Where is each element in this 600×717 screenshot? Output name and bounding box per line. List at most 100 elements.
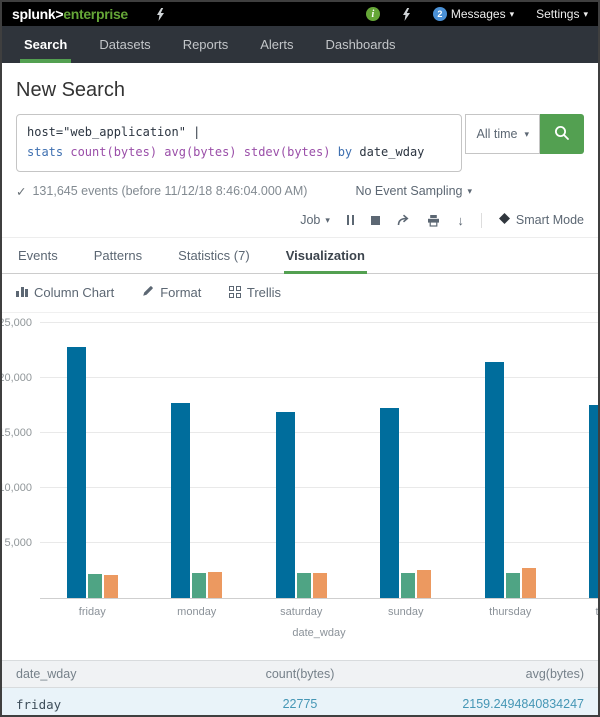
bar-group-tuesday <box>563 323 599 598</box>
bar-count(bytes)-tuesday[interactable] <box>589 405 598 598</box>
messages-label: Messages <box>451 7 506 21</box>
time-range-picker[interactable]: All time ▾ <box>465 114 540 154</box>
settings-menu[interactable]: Settings ▾ <box>536 7 588 21</box>
statistics-table: date_wday count(bytes) avg(bytes) friday… <box>2 660 598 717</box>
search-button[interactable] <box>540 114 584 154</box>
x-axis-title: date_wday <box>40 627 598 639</box>
tab-visualization[interactable]: Visualization <box>284 238 367 273</box>
bar-group-thursday <box>458 323 563 598</box>
bar-stdev(bytes)-sunday[interactable] <box>417 570 431 598</box>
column-header-date-wday[interactable]: date_wday <box>16 667 205 681</box>
magnifier-icon <box>553 124 571 145</box>
stop-job-icon[interactable] <box>371 216 380 225</box>
x-tick-label: saturday <box>249 603 354 618</box>
event-sampling-label: No Event Sampling <box>355 184 462 198</box>
nav-item-search[interactable]: Search <box>8 26 83 63</box>
nav-item-reports[interactable]: Reports <box>167 26 245 63</box>
x-tick-label: thursday <box>458 603 563 618</box>
time-range-label: All time <box>476 127 517 141</box>
chevron-down-icon: ▾ <box>510 10 515 19</box>
column-header-count-bytes[interactable]: count(bytes) <box>205 667 394 681</box>
bar-avg(bytes)-friday[interactable] <box>88 574 102 598</box>
bar-group-friday <box>40 323 145 598</box>
share-icon[interactable] <box>397 214 410 227</box>
messages-count-badge: 2 <box>433 7 447 21</box>
bar-count(bytes)-monday[interactable] <box>171 403 190 598</box>
nav-item-alerts[interactable]: Alerts <box>244 26 309 63</box>
bar-stdev(bytes)-friday[interactable] <box>104 575 118 598</box>
pause-job-icon[interactable] <box>347 215 355 225</box>
job-label: Job <box>300 213 320 227</box>
cell-date-wday[interactable]: friday <box>16 697 205 712</box>
job-toolbar: Job ▾ ↓ Smart Mode <box>2 207 598 238</box>
info-icon[interactable]: i <box>366 7 380 21</box>
export-download-icon[interactable]: ↓ <box>457 213 464 228</box>
column-header-avg-bytes[interactable]: avg(bytes) <box>395 667 584 681</box>
query-field: date_wday <box>359 145 424 159</box>
bar-count(bytes)-friday[interactable] <box>67 347 86 598</box>
activity-bolt-icon[interactable] <box>156 8 165 21</box>
chart-type-button[interactable]: Column Chart <box>16 285 114 300</box>
nav-item-datasets[interactable]: Datasets <box>83 26 166 63</box>
topbar: splunk>enterprise i 2 Messages ▾ Setting… <box>2 2 598 26</box>
chevron-down-icon: ▾ <box>583 10 588 19</box>
bar-stdev(bytes)-saturday[interactable] <box>313 573 327 598</box>
job-menu[interactable]: Job ▾ <box>300 213 330 227</box>
topbar-right-group: i 2 Messages ▾ Settings ▾ <box>366 7 588 21</box>
bar-count(bytes)-sunday[interactable] <box>380 408 399 597</box>
query-by-keyword: by <box>338 145 352 159</box>
tab-patterns[interactable]: Patterns <box>92 238 144 273</box>
tab-events[interactable]: Events <box>16 238 60 273</box>
status-row: ✓ 131,645 events (before 11/12/18 8:46:0… <box>16 184 584 199</box>
chevron-down-icon: ▾ <box>467 187 472 196</box>
splunk-window: splunk>enterprise i 2 Messages ▾ Setting… <box>0 0 600 717</box>
tab-statistics[interactable]: Statistics (7) <box>176 238 252 273</box>
chevron-down-icon: ▾ <box>524 130 529 139</box>
bar-count(bytes)-saturday[interactable] <box>276 412 295 598</box>
x-tick-label: friday <box>40 603 145 618</box>
bar-stdev(bytes)-thursday[interactable] <box>522 568 536 597</box>
result-tabs: Events Patterns Statistics (7) Visualiza… <box>2 238 598 274</box>
bar-count(bytes)-thursday[interactable] <box>485 362 504 597</box>
search-bar-row: host="web_application" | stats count(byt… <box>16 114 584 172</box>
smart-mode-icon <box>499 213 510 227</box>
trellis-label: Trellis <box>247 285 281 300</box>
query-command: stats <box>27 145 63 159</box>
logo-enterprise-text: enterprise <box>63 6 128 22</box>
smart-mode-label: Smart Mode <box>516 213 584 227</box>
x-tick-label: tuesday <box>563 603 599 618</box>
bar-avg(bytes)-thursday[interactable] <box>506 573 520 598</box>
bar-avg(bytes)-sunday[interactable] <box>401 573 415 598</box>
table-header-row: date_wday count(bytes) avg(bytes) <box>2 660 598 688</box>
search-mode-selector[interactable]: Smart Mode <box>499 213 584 227</box>
chart-xlabels-viewport: fridaymondaysaturdaysundaythursdaytuesda… <box>40 603 598 621</box>
cell-avg-bytes[interactable]: 2159.2494840834247 <box>395 697 584 712</box>
messages-menu[interactable]: 2 Messages ▾ <box>433 7 514 21</box>
column-chart-icon <box>16 287 28 297</box>
query-functions: count(bytes) avg(bytes) stdev(bytes) <box>70 145 330 159</box>
y-tick-label: 25,000 <box>0 317 32 329</box>
help-bolt-icon[interactable] <box>402 8 411 21</box>
splunk-logo[interactable]: splunk>enterprise <box>12 6 128 22</box>
bar-stdev(bytes)-monday[interactable] <box>208 572 222 597</box>
chart-baseline <box>40 598 598 599</box>
event-sampling-dropdown[interactable]: No Event Sampling ▾ <box>355 184 472 198</box>
x-tick-label: sunday <box>354 603 459 618</box>
trellis-button[interactable]: Trellis <box>229 285 281 300</box>
bar-avg(bytes)-monday[interactable] <box>192 573 206 598</box>
format-button[interactable]: Format <box>142 285 201 300</box>
page-title: New Search <box>16 79 584 102</box>
toolbar-divider <box>481 213 482 228</box>
x-tick-label: monday <box>145 603 250 618</box>
cell-count-bytes[interactable]: 22775 <box>205 697 394 712</box>
y-tick-label: 15,000 <box>0 427 32 439</box>
app-navbar: Search Datasets Reports Alerts Dashboard… <box>2 26 598 63</box>
check-icon: ✓ <box>16 184 26 199</box>
bar-avg(bytes)-saturday[interactable] <box>297 573 311 597</box>
search-query-input[interactable]: host="web_application" | stats count(byt… <box>16 114 462 172</box>
y-tick-label: 10,000 <box>0 482 32 494</box>
chart-xlabels-inner: fridaymondaysaturdaysundaythursdaytuesda… <box>40 603 598 618</box>
table-row: friday 22775 2159.2494840834247 <box>2 688 598 717</box>
nav-item-dashboards[interactable]: Dashboards <box>309 26 411 63</box>
print-icon[interactable] <box>427 214 440 227</box>
